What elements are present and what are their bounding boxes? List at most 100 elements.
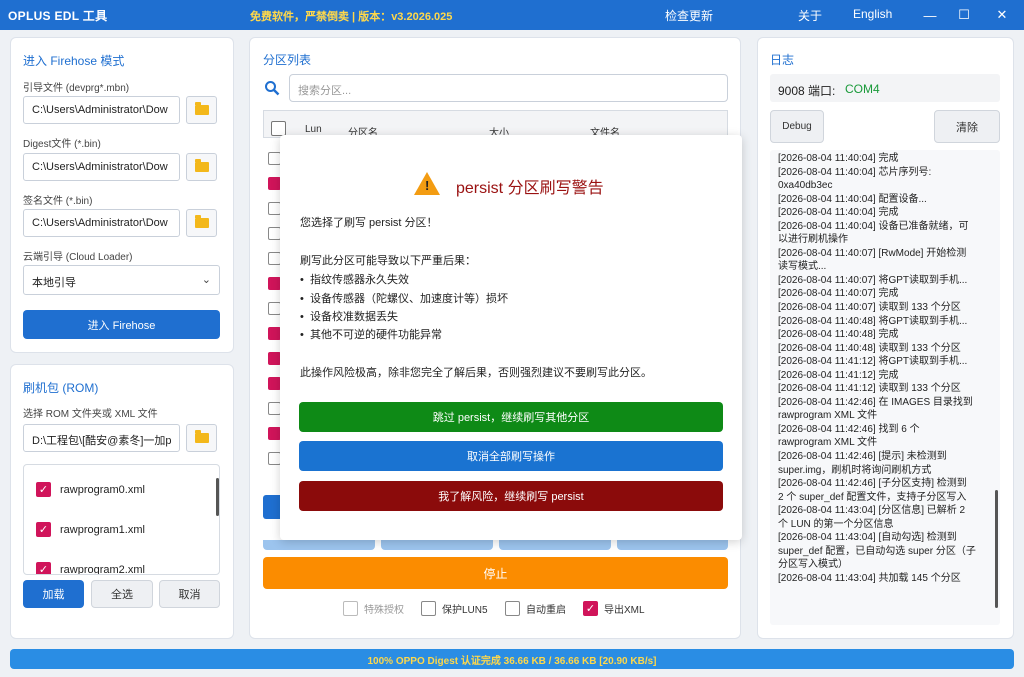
checkbox-checked-icon[interactable]: ✓ [36, 522, 51, 537]
log-line: [2026-08-04 11:40:04] 设备已准备就绪，可 [778, 220, 969, 232]
clear-log-button[interactable]: 清除 [934, 110, 1000, 143]
checkbox-checked-icon[interactable]: ✓ [36, 562, 51, 574]
sign-path-input[interactable]: C:\Users\Administrator\Dow [23, 209, 180, 237]
close-icon[interactable]: ✕ [992, 6, 1012, 24]
port-label: 9008 端口: [778, 84, 836, 98]
list-item[interactable]: ✓ rawprogram1.xml [36, 522, 145, 537]
checkbox-icon[interactable] [421, 601, 436, 616]
title-bar: OPLUS EDL 工具 免费软件，严禁倒卖 | 版本：v3.2026.025 … [0, 0, 1024, 30]
xml-file-list: ✓ rawprogram0.xml ✓ rawprogram1.xml ✓ rawpr… [23, 464, 220, 575]
log-line: rawprogram XML 文件 [778, 437, 878, 449]
log-line: super_def 配置，已自动勾选 super 分区（子 [778, 545, 976, 557]
log-line: [2026-08-04 11:40:48] 完成 [778, 329, 899, 341]
log-line: [2026-08-04 11:40:07] 完成 [778, 288, 899, 300]
port-value: COM4 [845, 82, 880, 96]
list-item[interactable]: ✓ rawprogram2.xml [36, 562, 145, 574]
about-button[interactable]: 关于 [798, 7, 822, 24]
status-text: 100% OPPO Digest 认证完成 36.66 KB / 36.66 K… [367, 655, 657, 667]
checkbox-icon[interactable] [505, 601, 520, 616]
cloud-loader-label: 云端引导 (Cloud Loader) [23, 252, 133, 263]
log-line: [2026-08-04 11:40:07] [RwMode] 开始检测 [778, 247, 967, 259]
rom-select-label: 选择 ROM 文件夹或 XML 文件 [23, 409, 158, 420]
cloud-loader-select[interactable]: 本地引导 ⌄ [23, 265, 220, 295]
skip-persist-button[interactable]: 跳过 persist，继续刷写其他分区 [299, 402, 723, 432]
cancel-button[interactable]: 取消 [159, 580, 220, 608]
load-button[interactable]: 加载 [23, 580, 84, 608]
sign-label: 签名文件 (*.bin) [23, 196, 93, 207]
version-notice: 免费软件，严禁倒卖 | 版本：v3.2026.025 [250, 11, 453, 23]
scrollbar[interactable] [216, 478, 219, 516]
option-special-auth[interactable]: 特殊授权 [343, 601, 404, 616]
log-line: rawprogram XML 文件 [778, 410, 878, 422]
action-button-partial[interactable] [381, 540, 493, 550]
dialog-title: persist 分区刷写警告 [456, 180, 604, 197]
maximize-icon[interactable]: ☐ [954, 6, 974, 24]
checkbox-icon[interactable] [343, 601, 358, 616]
action-button-partial[interactable] [617, 540, 728, 550]
log-line: [2026-08-04 11:43:04] [自动勾选] 检测到 [778, 532, 957, 544]
action-button-partial[interactable] [263, 540, 375, 550]
stop-button[interactable]: 停止 [263, 557, 728, 589]
action-button-partial[interactable] [263, 495, 281, 519]
log-line: [2026-08-04 11:42:46] [提示] 未检测到 [778, 451, 947, 463]
log-line: [2026-08-04 11:40:04] 配置设备... [778, 193, 927, 205]
folder-icon[interactable] [186, 209, 217, 237]
dialog-warning: 此操作风险极高，除非您完全了解后果，否则强烈建议不要刷写此分区。 [300, 367, 652, 379]
enter-firehose-button[interactable]: 进入 Firehose [23, 310, 220, 339]
dialog-intro: 您选择了刷写 persist 分区！ [300, 217, 438, 229]
app-title: OPLUS EDL 工具 [8, 9, 108, 23]
dialog-consequence-heading: 刷写此分区可能导致以下严重后果： [300, 255, 476, 267]
folder-icon[interactable] [186, 153, 217, 181]
log-line: [2026-08-04 11:41:12] 读取到 133 个分区 [778, 383, 961, 395]
language-button[interactable]: English [853, 7, 892, 21]
firehose-title: 进入 Firehose 模式 [23, 54, 125, 68]
log-line: [2026-08-04 11:40:07] 读取到 133 个分区 [778, 302, 961, 314]
log-text: [2026-08-04 11:40:04] 完成 [2026-08-04 11:4… [778, 152, 996, 586]
accept-risk-button[interactable]: 我了解风险，继续刷写 persist [299, 481, 723, 511]
loader-label: 引导文件 (devprg*.mbn) [23, 83, 130, 94]
loader-path-input[interactable]: C:\Users\Administrator\Dow [23, 96, 180, 124]
check-update-button[interactable]: 检查更新 [665, 7, 713, 24]
rom-path-input[interactable]: D:\工程包\[酷安@素冬]一加p [23, 424, 180, 452]
folder-icon[interactable] [186, 424, 217, 452]
log-line: [2026-08-04 11:43:04] [分区信息] 已解析 2 [778, 505, 966, 517]
minimize-icon[interactable]: — [920, 6, 940, 24]
option-protect-lun5[interactable]: 保护LUN5 [421, 601, 488, 616]
log-line: [2026-08-04 11:40:04] 完成 [778, 207, 899, 219]
select-all-button[interactable]: 全选 [91, 580, 153, 608]
log-line: [2026-08-04 11:40:48] 将GPT读取到手机... [778, 315, 968, 327]
column-header[interactable]: Lun [305, 124, 322, 135]
log-line: 0xa40db3ec [778, 180, 833, 192]
log-line: 分区写入模式） [778, 559, 848, 571]
checkbox-checked-icon[interactable]: ✓ [583, 601, 598, 616]
log-line: [2026-08-04 11:42:46] 在 IMAGES 目录找到 [778, 396, 973, 408]
action-button-partial[interactable] [499, 540, 611, 550]
list-item: • 设备校准数据丢失 [300, 311, 398, 323]
log-scrollbar[interactable] [995, 490, 998, 608]
partition-search-input[interactable]: 搜索分区... [289, 74, 728, 102]
digest-label: Digest文件 (*.bin) [23, 139, 101, 150]
select-all-checkbox[interactable] [271, 121, 286, 136]
digest-path-input[interactable]: C:\Users\Administrator\Dow [23, 153, 180, 181]
log-line: [2026-08-04 11:42:46] 找到 6 个 [778, 423, 920, 435]
log-line: 个 LUN 的第一个分区信息 [778, 518, 894, 530]
option-auto-reboot[interactable]: 自动重启 [505, 601, 566, 616]
folder-icon[interactable] [186, 96, 217, 124]
option-export-xml[interactable]: ✓ 导出XML [583, 601, 645, 616]
debug-button[interactable]: Debug [770, 110, 824, 143]
log-line: [2026-08-04 11:41:12] 将GPT读取到手机... [778, 356, 968, 368]
log-line: 读写模式... [778, 261, 827, 273]
rom-title: 刷机包 (ROM) [23, 381, 99, 395]
cloud-loader-value: 本地引导 [32, 277, 76, 289]
partition-table-header: Lun 分区名 大小 文件名 [263, 110, 728, 139]
log-line: [2026-08-04 11:43:04] 共加载 145 个分区 [778, 572, 961, 584]
log-line: 以进行刷机操作 [778, 234, 848, 246]
cancel-all-button[interactable]: 取消全部刷写操作 [299, 441, 723, 471]
checkbox-checked-icon[interactable]: ✓ [36, 482, 51, 497]
log-line: [2026-08-04 11:40:04] 完成 [778, 153, 899, 164]
log-line: [2026-08-04 11:40:48] 读取到 133 个分区 [778, 342, 961, 354]
list-item: • 指纹传感器永久失效 [300, 274, 409, 286]
log-line: [2026-08-04 11:42:46] [子分区支持] 检测到 [778, 478, 967, 490]
list-item[interactable]: ✓ rawprogram0.xml [36, 482, 145, 497]
log-line: [2026-08-04 11:40:04] 芯片序列号: [778, 166, 932, 178]
